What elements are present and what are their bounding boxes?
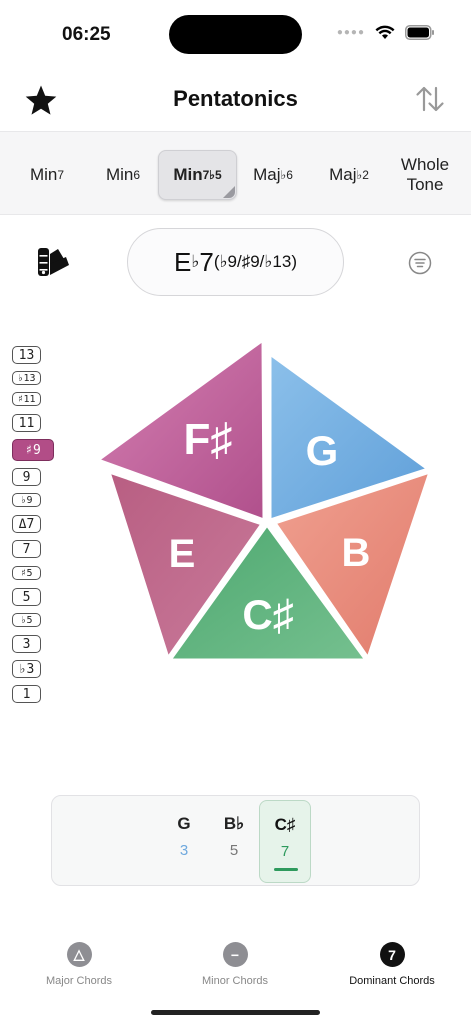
note-name: B♭ [223,814,245,833]
seven-icon: 7 [379,942,405,967]
interval-button[interactable]: 11 [12,414,41,432]
note-degree: 7 [280,843,290,860]
status-icons: ●●●● [337,25,435,40]
note-item-g[interactable]: G 3 [158,796,210,887]
interval-button-active[interactable]: ♯9 [12,439,54,461]
interval-button[interactable]: 5 [12,588,41,606]
interval-button[interactable]: ♭13 [12,371,41,385]
note-degree: 3 [179,842,189,859]
interval-button[interactable]: 9 [12,468,41,486]
note-label: G [306,427,339,474]
battery-icon [405,25,434,40]
note-item-c-sharp[interactable]: C♯ 7 [259,800,311,883]
status-time: 06:25 [62,24,111,45]
tab-major-chords[interactable]: △ Major Chords [9,942,149,987]
chord-root: E [174,246,192,277]
triangle-icon: △ [66,942,92,967]
dynamic-island [169,15,302,54]
interval-button[interactable]: ♭9 [12,493,41,507]
interval-button[interactable]: 1 [12,685,41,703]
wifi-icon [375,25,395,39]
tab-min7b5[interactable]: Min 7♭5 [158,150,237,200]
tab-min6[interactable]: Min 6 [90,150,156,200]
interval-button[interactable]: 13 [12,346,41,364]
tab-label: Whole Tone [400,154,450,194]
interval-button[interactable]: 7 [12,540,41,558]
chord-extensions: (♭9/♯9/♭13) [213,252,297,271]
chord-quality: 7 [199,246,214,277]
tab-whole-tone[interactable]: Whole Tone [392,150,458,200]
tab-label: Min [29,164,58,184]
tab-dominant-chords[interactable]: 7 Dominant Chords [322,942,462,987]
note-name: G [177,814,191,833]
signal-icon: ●●●● [336,27,365,38]
note-strip: G 3 B♭ 5 C♯ 7 [51,795,420,886]
interval-button[interactable]: ♯5 [12,566,41,580]
scale-tabs: Min 7 Min 6 Min 7♭5 Maj ♭6 Maj ♭2 Whole Tone [0,131,471,215]
chord-accidental: ♭ [191,252,200,271]
filter-icon[interactable] [408,251,432,275]
tab-label: Min [173,164,203,184]
tab-label: Major Chords [45,975,113,987]
pentagon-diagram: F♯ G B C♯ E [96,338,432,662]
tab-min7[interactable]: Min 7 [14,150,80,200]
interval-button[interactable]: 3 [12,635,41,653]
interval-button[interactable]: ♯11 [12,392,41,406]
tab-label: Minor Chords [201,975,269,987]
tab-sup: ♭2 [356,167,369,182]
note-label: E [169,532,196,576]
tab-minor-chords[interactable]: − Minor Chords [165,942,305,987]
tab-label: Dominant Chords [349,975,435,987]
header: Pentatonics [0,66,471,132]
note-name: C♯ [274,815,296,834]
minus-icon: − [222,942,248,967]
status-bar: 06:25 ●●●● [0,0,471,66]
sort-arrows-icon[interactable] [415,85,445,113]
interval-button[interactable]: Δ7 [12,515,41,533]
palette-icon[interactable] [36,246,70,278]
home-indicator [151,1010,320,1015]
tab-label: Maj [253,164,281,184]
tab-majb2[interactable]: Maj ♭2 [316,150,382,200]
note-label: B [342,531,371,575]
interval-button[interactable]: ♭3 [12,660,41,678]
note-label: C♯ [242,591,293,638]
tab-label: Maj [329,164,357,184]
note-item-b-flat[interactable]: B♭ 5 [208,796,260,887]
tab-label: Min [105,164,134,184]
tab-majb6[interactable]: Maj ♭6 [240,150,306,200]
tab-sup: 7♭5 [202,167,222,182]
note-label: F♯ [184,415,233,464]
bottom-tab-bar: △ Major Chords − Minor Chords 7 Dominant… [0,930,471,1000]
tab-sup: 6 [133,167,141,182]
active-note-underline [274,868,298,871]
page-title: Pentatonics [173,86,298,111]
interval-button[interactable]: ♭5 [12,613,41,627]
note-degree: 5 [229,842,239,859]
tab-sup: 7 [57,167,65,182]
chord-name-display[interactable]: E ♭ 7 (♭9/♯9/♭13) [127,228,344,296]
tab-sup: ♭6 [280,167,293,182]
